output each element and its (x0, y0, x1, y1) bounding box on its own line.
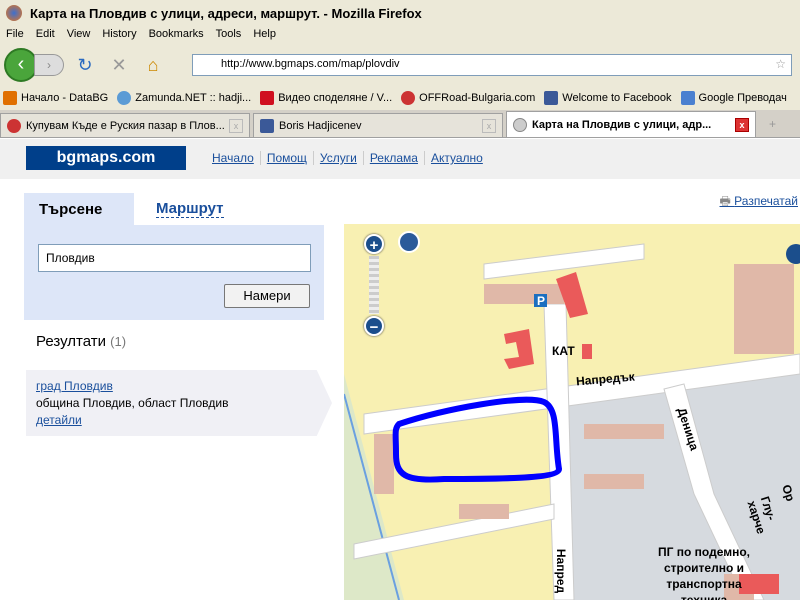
search-panel: Пловдив Намери (24, 225, 324, 320)
menu-file[interactable]: File (0, 26, 30, 44)
vbox7-icon (260, 91, 275, 105)
close-tab-icon[interactable]: x (735, 117, 749, 132)
print-label: Разпечатай (734, 194, 798, 208)
zoom-out-button[interactable]: − (364, 316, 384, 336)
bookmark-label: OFFRoad-Bulgaria.com (419, 92, 536, 104)
results-label: Резултати (36, 333, 106, 350)
window-title: Карта на Пловдив с улици, адреси, маршру… (30, 5, 422, 21)
nav-news[interactable]: Актуално (425, 151, 489, 165)
nav-ads[interactable]: Реклама (364, 151, 425, 165)
offroad-icon (401, 91, 416, 105)
map-label-kat: КАТ (552, 344, 575, 358)
google-translate-icon (680, 91, 695, 105)
databg-icon (3, 91, 17, 105)
bookmarks-toolbar: Начало - DataBG Zamunda.NET :: hadji... … (0, 86, 800, 110)
results-count: (1) (110, 334, 127, 349)
back-button[interactable]: ‹ (4, 48, 38, 82)
print-link[interactable]: 🖶 Разпечатай (720, 192, 799, 213)
bookmark-item[interactable]: Zamunda.NET :: hadji... (114, 91, 251, 105)
tab-route[interactable]: Маршрут (156, 200, 224, 218)
tab-label: Купувам Къде е Руския пазар в Плов... (26, 119, 225, 132)
tab-facebook[interactable]: Boris Hadjicenev x (253, 113, 503, 137)
stop-icon[interactable]: ✕ (106, 55, 132, 76)
bookmark-item[interactable]: Видео споделяне / V... (257, 91, 392, 105)
menu-tools[interactable]: Tools (210, 26, 248, 44)
bgmaps-icon (513, 117, 527, 132)
facebook-icon (260, 118, 274, 133)
bookmark-label: Google Преводач (698, 92, 787, 104)
bookmark-item[interactable]: OFFRoad-Bulgaria.com (398, 91, 535, 105)
result-desc: община Пловдив, област Пловдив (36, 396, 229, 410)
tab-search[interactable]: Търсене (24, 193, 134, 225)
result-item: град Пловдив община Пловдив, област Плов… (26, 370, 332, 436)
menu-help[interactable]: Help (247, 26, 282, 44)
printer-icon: 🖶 (719, 194, 735, 208)
new-tab-icon[interactable]: + (769, 117, 776, 131)
bookmark-label: Видео споделяне / V... (278, 92, 393, 104)
nav-services[interactable]: Услуги (314, 151, 364, 165)
result-link[interactable]: град Пловдив (36, 378, 322, 395)
zoom-in-button[interactable]: + (364, 234, 384, 254)
nav-home[interactable]: Начало (212, 151, 261, 165)
result-details-link[interactable]: детайли (36, 412, 322, 429)
close-tab-icon[interactable]: x (482, 118, 496, 133)
site-header: bgmaps.com Начало Помощ Услуги Реклама Актуа… (0, 139, 800, 179)
menu-bar: File Edit View History Bookmarks Tools Help (0, 26, 800, 44)
menu-bookmarks[interactable]: Bookmarks (143, 26, 210, 44)
find-button[interactable]: Намери (224, 284, 310, 308)
forward-button[interactable]: › (34, 54, 64, 76)
navigation-toolbar: ‹ › ↻ ✕ ⌂ http://www.bgmaps.com/map/plov… (0, 44, 800, 86)
zamunda-icon (117, 91, 132, 105)
bookmark-item[interactable]: Google Преводач (678, 91, 787, 105)
bookmark-label: Начало - DataBG (21, 92, 109, 104)
window-title-bar: Карта на Пловдив с улици, адреси, маршру… (0, 0, 800, 26)
map-view[interactable]: P КАТ Напредък Деница Напред Глу-харче О… (344, 224, 800, 600)
tab-bar: Купувам Къде е Руския пазар в Плов... x B… (0, 110, 800, 138)
menu-edit[interactable]: Edit (30, 26, 61, 44)
zoom-control: + − (364, 234, 384, 336)
search-input[interactable]: Пловдив (38, 244, 311, 272)
reload-icon[interactable]: ↻ (72, 55, 98, 76)
menu-history[interactable]: History (96, 26, 142, 44)
street-napred: Напред (554, 548, 569, 594)
nav-help[interactable]: Помощ (261, 151, 314, 165)
close-tab-icon[interactable]: x (229, 118, 243, 133)
url-bar[interactable]: http://www.bgmaps.com/map/plovdiv (192, 54, 792, 76)
offroad-icon (7, 118, 21, 133)
bookmark-item[interactable]: Welcome to Facebook (541, 91, 672, 105)
home-icon[interactable]: ⌂ (140, 55, 166, 76)
menu-view[interactable]: View (61, 26, 97, 44)
bookmark-star-icon[interactable]: ☆ (775, 57, 786, 71)
tab-kupuvam[interactable]: Купувам Къде е Руския пазар в Плов... x (0, 113, 250, 137)
site-nav: Начало Помощ Услуги Реклама Актуално (212, 151, 489, 165)
bookmark-label: Zamunda.NET :: hadji... (135, 92, 252, 104)
bookmark-label: Welcome to Facebook (562, 92, 672, 104)
map-label-school: ПГ по подемно, строително и транспортна … (657, 545, 750, 600)
zoom-slider[interactable] (369, 256, 379, 314)
tab-label: Boris Hadjicenev (279, 119, 362, 132)
tab-bgmaps[interactable]: Карта на Пловдив с улици, адр... x (506, 111, 756, 137)
firefox-icon (6, 5, 22, 21)
site-logo[interactable]: bgmaps.com (26, 146, 186, 170)
tab-label: Карта на Пловдив с улици, адр... (532, 118, 712, 131)
bookmark-item[interactable]: Начало - DataBG (0, 91, 108, 105)
facebook-icon (544, 91, 559, 105)
results-title: Резултати (1) (36, 333, 126, 350)
parking-label: P (537, 294, 546, 308)
